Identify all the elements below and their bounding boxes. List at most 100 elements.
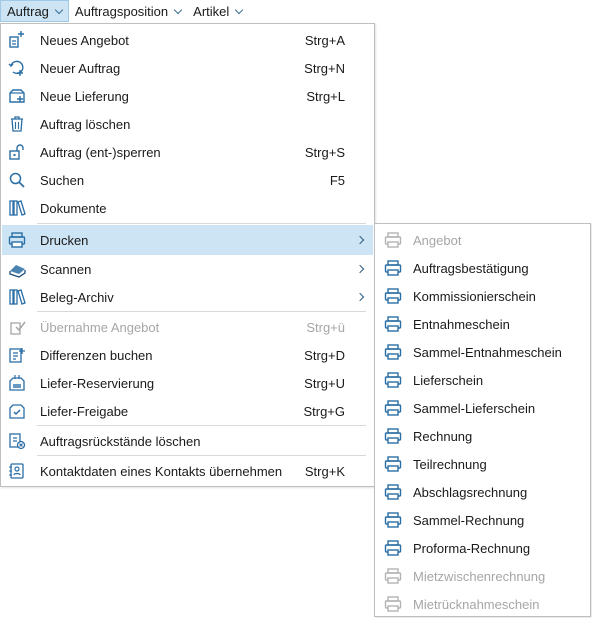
menu-item-shortcut: Strg+S xyxy=(304,144,345,160)
menu-item-auftrag-sperren[interactable]: Auftrag (ent-)sperren Strg+S xyxy=(2,138,373,166)
printer-icon xyxy=(384,399,402,417)
submenu-item-sammel-lieferschein[interactable]: Sammel-Lieferschein xyxy=(376,394,589,422)
search-icon xyxy=(8,171,26,189)
menu-item-label: Drucken xyxy=(40,232,89,248)
printer-icon xyxy=(384,343,402,361)
menu-item-neuer-auftrag[interactable]: Neuer Auftrag Strg+N xyxy=(2,54,373,82)
menu-item-label: Beleg-Archiv xyxy=(40,289,114,305)
submenu-item-label: Kommissionierschein xyxy=(413,288,536,304)
chevron-right-icon xyxy=(355,292,365,302)
submenu-item-label: Mietrücknahmeschein xyxy=(413,596,540,612)
submenu-item-auftragsbestaetigung[interactable]: Auftragsbestätigung xyxy=(376,254,589,282)
printer-icon xyxy=(384,595,402,613)
menu-item-label: Suchen xyxy=(40,172,85,188)
lock-icon xyxy=(8,143,26,161)
submenu-item-lieferschein[interactable]: Lieferschein xyxy=(376,366,589,394)
submenu-item-teilrechnung[interactable]: Teilrechnung xyxy=(376,450,589,478)
menu-separator xyxy=(37,425,366,426)
printer-icon xyxy=(384,427,402,445)
chevron-right-icon xyxy=(355,235,365,245)
submenu-item-angebot: Angebot xyxy=(376,226,589,254)
menu-item-suchen[interactable]: Suchen F5 xyxy=(2,166,373,194)
menu-item-label: Auftrag (ent-)sperren xyxy=(40,144,161,160)
menu-item-label: Dokumente xyxy=(40,200,107,216)
menu-item-uebernahme-angebot: Übernahme Angebot Strg+ü xyxy=(2,313,373,341)
menu-item-scannen[interactable]: Scannen xyxy=(2,255,373,283)
menu-item-neues-angebot[interactable]: Neues Angebot Strg+A xyxy=(2,26,373,54)
printer-icon xyxy=(384,539,402,557)
submenu-item-label: Lieferschein xyxy=(413,372,484,388)
submenu-item-label: Abschlagsrechnung xyxy=(413,484,528,500)
printer-icon xyxy=(384,455,402,473)
submenu-item-mietzwischenrechnung: Mietzwischenrechnung xyxy=(376,562,589,590)
printer-icon xyxy=(384,567,402,585)
menubar-auftrag-label: Auftrag xyxy=(7,3,49,19)
trash-icon xyxy=(8,115,26,133)
menu-item-label: Neuer Auftrag xyxy=(40,60,121,76)
menu-item-auftragsrueckstaende-loeschen[interactable]: Auftragsrückstände löschen xyxy=(2,427,373,455)
printer-icon xyxy=(384,371,402,389)
books-icon xyxy=(8,199,26,217)
submenu-item-sammel-entnahmeschein[interactable]: Sammel-Entnahmeschein xyxy=(376,338,589,366)
menu-item-shortcut: Strg+ü xyxy=(306,319,345,335)
menu-bar: Auftrag Auftragsposition Artikel xyxy=(0,0,248,22)
menu-item-label: Neues Angebot xyxy=(40,32,129,48)
submenu-item-label: Angebot xyxy=(413,232,462,248)
backlog-delete-icon xyxy=(8,432,26,450)
menu-separator xyxy=(37,223,366,224)
menu-item-shortcut: Strg+L xyxy=(306,88,345,104)
menu-item-auftrag-loeschen[interactable]: Auftrag löschen xyxy=(2,110,373,138)
menubar-auftrag[interactable]: Auftrag xyxy=(0,0,69,22)
menu-item-label: Liefer-Reservierung xyxy=(40,375,155,391)
submenu-item-sammel-rechnung[interactable]: Sammel-Rechnung xyxy=(376,506,589,534)
contact-icon xyxy=(8,462,26,480)
menubar-auftragsposition[interactable]: Auftragsposition xyxy=(69,0,187,22)
menu-item-liefer-reservierung[interactable]: Liefer-Reservierung Strg+U xyxy=(2,369,373,397)
printer-icon xyxy=(8,231,26,249)
submenu-item-label: Mietzwischenrechnung xyxy=(413,568,546,584)
menubar-artikel[interactable]: Artikel xyxy=(187,0,248,22)
submenu-item-rechnung[interactable]: Rechnung xyxy=(376,422,589,450)
take-over-icon xyxy=(8,318,26,336)
menu-item-liefer-freigabe[interactable]: Liefer-Freigabe Strg+G xyxy=(2,397,373,425)
menu-item-shortcut: Strg+U xyxy=(304,375,345,391)
submenu-item-kommissionierschein[interactable]: Kommissionierschein xyxy=(376,282,589,310)
drucken-submenu: Angebot Auftragsbestätigung Kommissioniers… xyxy=(374,223,591,617)
printer-icon xyxy=(384,287,402,305)
submenu-item-abschlagsrechnung[interactable]: Abschlagsrechnung xyxy=(376,478,589,506)
submenu-item-label: Sammel-Rechnung xyxy=(413,512,525,528)
printer-icon xyxy=(384,315,402,333)
submenu-item-label: Entnahmeschein xyxy=(413,316,510,332)
menu-item-label: Auftrag löschen xyxy=(40,116,131,132)
submenu-item-proforma-rechnung[interactable]: Proforma-Rechnung xyxy=(376,534,589,562)
menu-item-differenzen-buchen[interactable]: Differenzen buchen Strg+D xyxy=(2,341,373,369)
submenu-item-entnahmeschein[interactable]: Entnahmeschein xyxy=(376,310,589,338)
printer-icon xyxy=(384,259,402,277)
menu-item-beleg-archiv[interactable]: Beleg-Archiv xyxy=(2,283,373,311)
differences-icon xyxy=(8,346,26,364)
release-icon xyxy=(8,402,26,420)
menu-item-shortcut: Strg+N xyxy=(304,60,345,76)
chevron-down-icon xyxy=(173,5,183,14)
menu-item-shortcut: Strg+K xyxy=(304,463,345,479)
menu-item-dokumente[interactable]: Dokumente xyxy=(2,194,373,222)
menu-item-shortcut: F5 xyxy=(329,172,345,188)
menu-item-shortcut: Strg+A xyxy=(304,32,345,48)
chevron-right-icon xyxy=(355,264,365,274)
menu-item-label: Übernahme Angebot xyxy=(40,319,160,335)
menu-item-label: Auftragsrückstände löschen xyxy=(40,433,201,449)
menu-item-kontaktdaten-uebernehmen[interactable]: Kontaktdaten eines Kontakts übernehmen S… xyxy=(2,457,373,485)
menu-item-neue-lieferung[interactable]: Neue Lieferung Strg+L xyxy=(2,82,373,110)
menu-item-label: Scannen xyxy=(40,261,92,277)
chevron-down-icon xyxy=(54,5,64,14)
menu-separator xyxy=(37,311,366,312)
submenu-item-label: Teilrechnung xyxy=(413,456,487,472)
scanner-icon xyxy=(8,260,26,278)
submenu-item-label: Sammel-Entnahmeschein xyxy=(413,344,562,360)
menu-item-shortcut: Strg+D xyxy=(304,347,345,363)
menu-separator xyxy=(37,455,366,456)
menu-item-drucken[interactable]: Drucken xyxy=(2,225,373,255)
new-offer-icon xyxy=(8,31,26,49)
menubar-artikel-label: Artikel xyxy=(193,3,230,19)
menu-item-label: Kontaktdaten eines Kontakts übernehmen xyxy=(40,463,283,479)
